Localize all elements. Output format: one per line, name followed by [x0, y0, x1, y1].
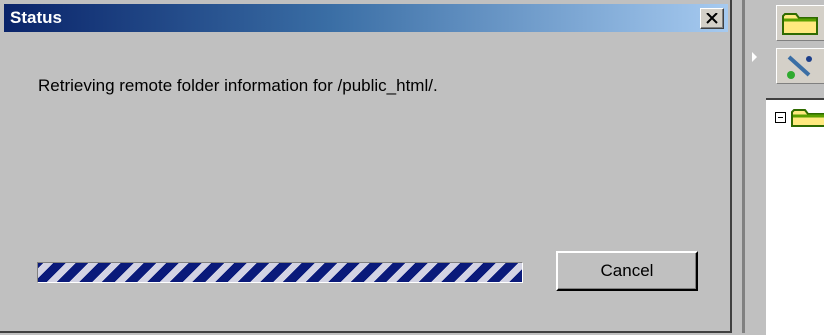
site-folder-button[interactable]: [776, 5, 824, 41]
expand-arrow-icon[interactable]: [752, 52, 757, 62]
splitter-line: [742, 0, 745, 333]
progress-fill: [38, 263, 522, 282]
folder-icon: [782, 13, 818, 35]
connect-icon: [787, 55, 812, 79]
cancel-button[interactable]: Cancel: [556, 251, 698, 291]
panel-splitter[interactable]: [734, 0, 764, 333]
close-icon: [706, 13, 718, 24]
progress-bar: [37, 262, 523, 283]
file-tree[interactable]: [766, 98, 824, 335]
folder-icon: [791, 109, 824, 127]
connect-button[interactable]: [776, 48, 824, 84]
dialog-title: Status: [10, 8, 62, 27]
status-message: Retrieving remote folder information for…: [38, 76, 438, 95]
title-bar: Status: [4, 4, 728, 32]
status-dialog: Status Retrieving remote folder informat…: [0, 0, 732, 333]
close-button[interactable]: [700, 8, 724, 29]
tree-collapse-icon[interactable]: [775, 112, 786, 123]
files-panel: [766, 0, 824, 335]
